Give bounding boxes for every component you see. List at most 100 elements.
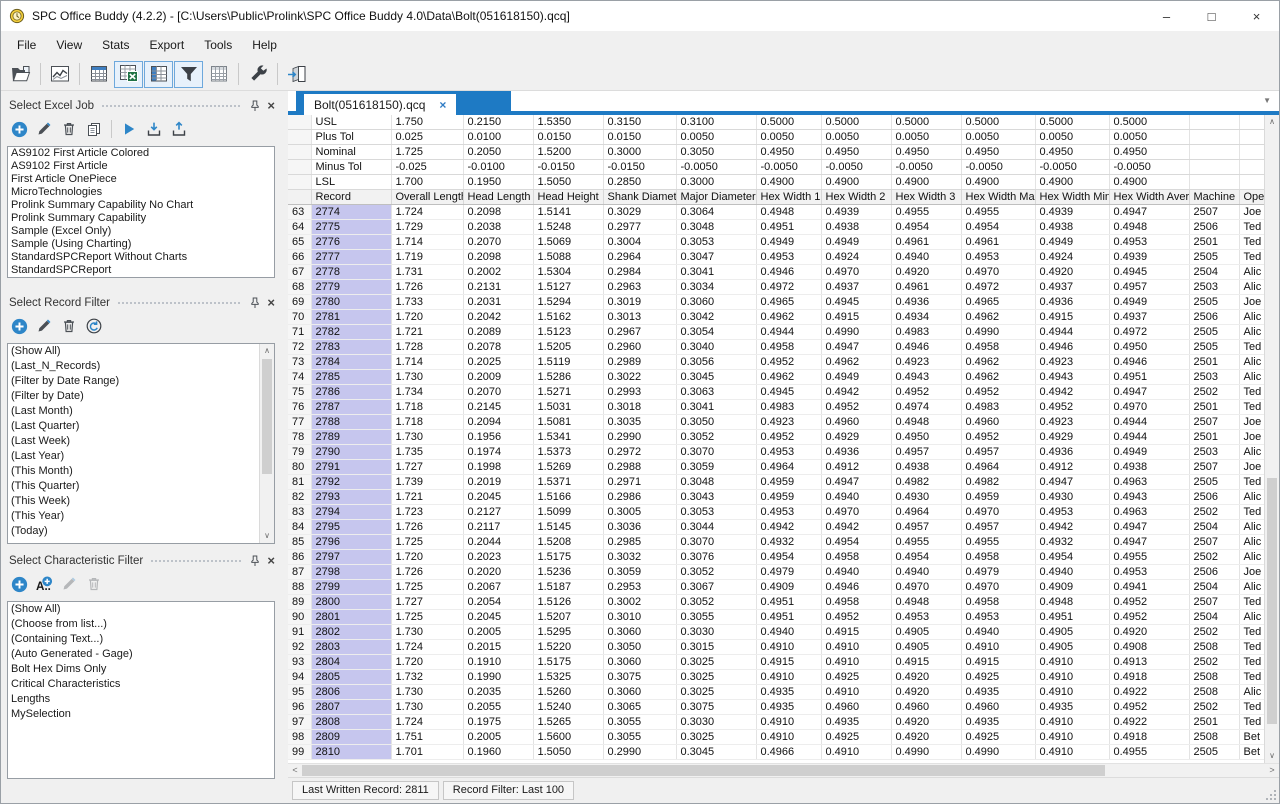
exit-door-icon[interactable] — [282, 61, 311, 88]
row-number-cell[interactable]: 98 — [288, 730, 311, 745]
data-cell[interactable]: 0.3030 — [676, 715, 756, 730]
data-cell[interactable]: 0.2098 — [463, 205, 533, 220]
data-cell[interactable]: 1.730 — [391, 685, 463, 700]
data-cell[interactable]: 2502 — [1189, 505, 1239, 520]
data-cell[interactable]: 0.2054 — [463, 595, 533, 610]
data-cell[interactable]: 0.4949 — [1035, 235, 1109, 250]
row-number-cell[interactable]: 70 — [288, 310, 311, 325]
data-cell[interactable]: 0.4944 — [1109, 430, 1189, 445]
data-cell[interactable]: 1.721 — [391, 490, 463, 505]
data-cell[interactable]: 0.4920 — [891, 670, 961, 685]
tolerance-value-cell[interactable]: 0.0050 — [821, 130, 891, 145]
data-cell[interactable]: 0.2055 — [463, 700, 533, 715]
row-number-cell[interactable]: 71 — [288, 325, 311, 340]
data-cell[interactable]: 0.3041 — [676, 265, 756, 280]
data-cell[interactable]: 0.4953 — [1109, 235, 1189, 250]
data-cell[interactable]: 0.2971 — [603, 475, 676, 490]
menu-tools[interactable]: Tools — [194, 34, 242, 56]
column-header-hex-width-1[interactable]: Hex Width 1 — [756, 190, 821, 205]
data-cell[interactable]: 0.2964 — [603, 250, 676, 265]
data-cell[interactable]: 0.4918 — [1109, 670, 1189, 685]
data-cell[interactable]: 0.4909 — [1035, 580, 1109, 595]
data-cell[interactable]: Joe — [1239, 565, 1264, 580]
tolerance-value-cell[interactable]: 0.0050 — [891, 130, 961, 145]
data-cell[interactable]: 0.2070 — [463, 385, 533, 400]
data-cell[interactable]: 1.723 — [391, 505, 463, 520]
row-number-cell[interactable]: 86 — [288, 550, 311, 565]
data-cell[interactable]: 1.5248 — [533, 220, 603, 235]
data-cell[interactable]: 0.4958 — [961, 550, 1035, 565]
data-cell[interactable]: 0.4959 — [756, 490, 821, 505]
row-number-cell[interactable]: 79 — [288, 445, 311, 460]
data-cell[interactable]: 0.4982 — [891, 475, 961, 490]
data-cell[interactable]: 0.4935 — [961, 685, 1035, 700]
tolerance-value-cell[interactable]: -0.025 — [391, 160, 463, 175]
data-cell[interactable]: Alic — [1239, 280, 1264, 295]
data-cell[interactable]: 0.4949 — [821, 370, 891, 385]
column-header-shank-diameter[interactable]: Shank Diameter — [603, 190, 676, 205]
data-cell[interactable]: 0.4936 — [1035, 295, 1109, 310]
column-header-major-diameter[interactable]: Major Diameter — [676, 190, 756, 205]
data-cell[interactable]: 1.5081 — [533, 415, 603, 430]
data-cell[interactable]: 0.4958 — [756, 340, 821, 355]
data-cell[interactable]: 1.5341 — [533, 430, 603, 445]
data-cell[interactable]: 2506 — [1189, 220, 1239, 235]
row-number-cell[interactable]: 64 — [288, 220, 311, 235]
data-cell[interactable]: 1.5265 — [533, 715, 603, 730]
data-cell[interactable]: 2508 — [1189, 685, 1239, 700]
data-cell[interactable]: 0.4962 — [756, 370, 821, 385]
list-item[interactable]: AS9102 First Article — [8, 160, 274, 173]
tolerance-value-cell[interactable]: 0.2050 — [463, 145, 533, 160]
data-cell[interactable]: 1.720 — [391, 310, 463, 325]
data-cell[interactable]: 0.4955 — [961, 535, 1035, 550]
row-number-cell[interactable]: 66 — [288, 250, 311, 265]
data-cell[interactable]: 1.5145 — [533, 520, 603, 535]
tolerance-value-cell[interactable] — [1189, 175, 1239, 190]
data-cell[interactable]: 0.4910 — [756, 715, 821, 730]
tolerance-label[interactable]: Plus Tol — [311, 130, 391, 145]
data-cell[interactable]: 1.714 — [391, 235, 463, 250]
data-cell[interactable]: 0.4915 — [821, 310, 891, 325]
data-cell[interactable]: 0.4952 — [821, 610, 891, 625]
data-cell[interactable]: 0.1956 — [463, 430, 533, 445]
data-cell[interactable]: 0.2977 — [603, 220, 676, 235]
data-cell[interactable]: 0.4930 — [891, 490, 961, 505]
data-cell[interactable]: 2504 — [1189, 610, 1239, 625]
data-cell[interactable]: 0.4955 — [1109, 550, 1189, 565]
data-cell[interactable]: 0.4936 — [821, 445, 891, 460]
data-cell[interactable]: 0.4960 — [821, 415, 891, 430]
data-cell[interactable]: 0.4972 — [756, 280, 821, 295]
data-cell[interactable]: 0.4952 — [756, 355, 821, 370]
data-cell[interactable]: 0.1975 — [463, 715, 533, 730]
data-cell[interactable]: 0.3060 — [603, 655, 676, 670]
record-cell[interactable]: 2810 — [311, 745, 391, 760]
line-chart-icon[interactable] — [45, 61, 74, 88]
data-cell[interactable]: 0.4913 — [1109, 655, 1189, 670]
tolerance-value-cell[interactable]: 0.4900 — [961, 175, 1035, 190]
data-cell[interactable]: 0.4949 — [756, 235, 821, 250]
data-cell[interactable]: 1.5260 — [533, 685, 603, 700]
data-cell[interactable]: 1.5373 — [533, 445, 603, 460]
data-cell[interactable]: 0.4910 — [1035, 685, 1109, 700]
record-cell[interactable]: 2774 — [311, 205, 391, 220]
tolerance-value-cell[interactable]: 0.4950 — [961, 145, 1035, 160]
data-cell[interactable]: 0.4948 — [891, 595, 961, 610]
list-item[interactable]: Bolt Hex Dims Only — [8, 662, 274, 677]
tolerance-value-cell[interactable]: 0.3000 — [676, 175, 756, 190]
list-item[interactable]: (Auto Generated - Gage) — [8, 647, 274, 662]
wrench-icon[interactable] — [243, 61, 272, 88]
data-cell[interactable]: 1.5208 — [533, 535, 603, 550]
tolerance-value-cell[interactable]: 1.750 — [391, 115, 463, 130]
column-header-head-length[interactable]: Head Length — [463, 190, 533, 205]
data-cell[interactable]: 0.4970 — [821, 265, 891, 280]
data-cell[interactable]: 0.4946 — [891, 340, 961, 355]
data-cell[interactable]: 0.4970 — [891, 580, 961, 595]
row-number-cell[interactable]: 97 — [288, 715, 311, 730]
data-cell[interactable]: 1.701 — [391, 745, 463, 760]
list-item[interactable]: (Today) — [8, 524, 274, 539]
data-cell[interactable]: 1.724 — [391, 205, 463, 220]
data-cell[interactable]: 1.5050 — [533, 745, 603, 760]
scroll-left-icon[interactable]: < — [288, 764, 302, 778]
data-cell[interactable]: 0.4949 — [1109, 295, 1189, 310]
data-cell[interactable]: 0.4982 — [961, 475, 1035, 490]
